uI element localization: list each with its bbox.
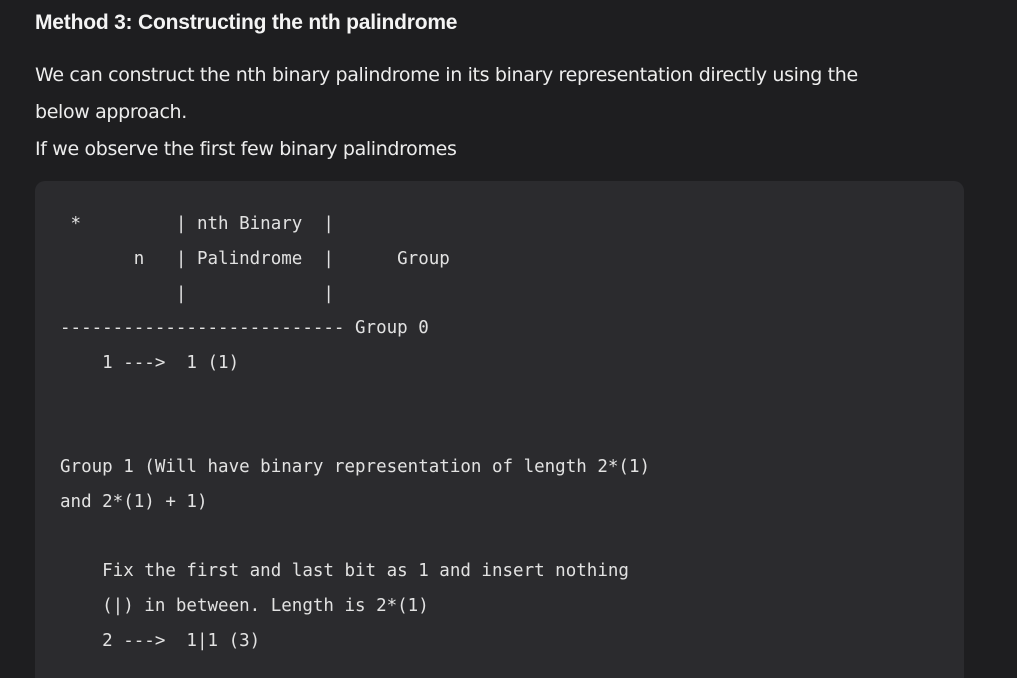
code-block: * | nth Binary | n | Palindrome | Group …	[35, 181, 964, 678]
code-line: * | nth Binary |	[60, 214, 334, 234]
code-line: 2 ---> 1|1 (3)	[60, 631, 261, 651]
observation-paragraph: If we observe the first few binary palin…	[35, 138, 457, 160]
intro-paragraph-line-2: below approach.	[35, 101, 187, 123]
code-line: and 2*(1) + 1)	[60, 492, 208, 512]
code-line: | |	[60, 284, 334, 304]
section-heading: Method 3: Constructing the nth palindrom…	[35, 11, 458, 34]
code-line: 1 ---> 1 (1)	[60, 353, 240, 373]
code-line: Fix the first and last bit as 1 and inse…	[60, 561, 629, 581]
code-line: --------------------------- Group 0	[60, 318, 429, 338]
code-line: (|) in between. Length is 2*(1)	[60, 596, 429, 616]
code-content: * | nth Binary | n | Palindrome | Group …	[35, 181, 964, 678]
code-line: n | Palindrome | Group	[60, 249, 450, 269]
code-line: Group 1 (Will have binary representation…	[60, 457, 651, 477]
intro-paragraph-line-1: We can construct the nth binary palindro…	[35, 64, 858, 86]
